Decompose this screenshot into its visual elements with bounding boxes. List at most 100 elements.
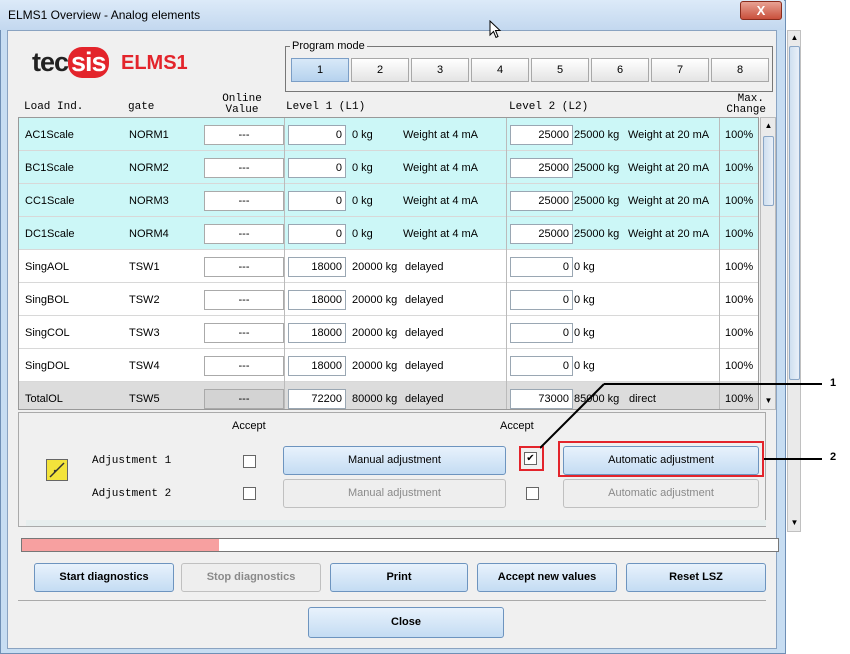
level2-input[interactable]: 25000 bbox=[510, 125, 573, 145]
manual-adjustment-1-button[interactable]: Manual adjustment bbox=[283, 446, 506, 475]
gate-cell: TSW4 bbox=[129, 360, 160, 372]
table-row: DC1Scale NORM4 --- 0 0 kg Weight at 4 mA 25000… bbox=[19, 217, 758, 250]
accept-adj2-l1-checkbox[interactable] bbox=[243, 487, 256, 500]
level1-input[interactable]: 18000 bbox=[288, 323, 346, 343]
window-scrollbar[interactable]: ▲ ▼ bbox=[787, 30, 801, 532]
table-row: SingAOL TSW1 --- 18000 20000 kg delayed 0 0 kg 1… bbox=[19, 250, 758, 283]
program-mode-button-3[interactable]: 3 bbox=[411, 58, 469, 82]
table-row: AC1Scale NORM1 --- 0 0 kg Weight at 4 mA 25000… bbox=[19, 118, 758, 151]
level1-unit: 20000 kg bbox=[352, 294, 398, 306]
level1-input[interactable]: 18000 bbox=[288, 290, 346, 310]
column-divider bbox=[719, 250, 720, 283]
scroll-thumb[interactable] bbox=[763, 136, 774, 206]
accept-adj1-l1-checkbox[interactable] bbox=[243, 455, 256, 468]
callout-1-leader bbox=[540, 383, 822, 449]
level2-input[interactable]: 25000 bbox=[510, 158, 573, 178]
program-mode-button-7[interactable]: 7 bbox=[651, 58, 709, 82]
column-divider bbox=[284, 316, 285, 349]
column-divider bbox=[506, 382, 507, 409]
level1-input[interactable]: 0 bbox=[288, 125, 346, 145]
level2-unit: 25000 kg bbox=[574, 162, 620, 174]
column-divider bbox=[284, 349, 285, 382]
gate-cell: TSW1 bbox=[129, 261, 160, 273]
column-divider bbox=[719, 283, 720, 316]
level2-input[interactable]: 0 bbox=[510, 290, 573, 310]
program-mode-button-1[interactable]: 1 bbox=[291, 58, 349, 82]
scroll-up-icon[interactable]: ▲ bbox=[763, 120, 774, 132]
level2-description: Weight at 20 mA bbox=[628, 129, 710, 141]
level2-input[interactable]: 25000 bbox=[510, 224, 573, 244]
close-button[interactable]: Close bbox=[308, 607, 504, 638]
window-scroll-down-icon[interactable]: ▼ bbox=[789, 517, 800, 529]
mouse-cursor-icon bbox=[489, 20, 502, 39]
level1-input[interactable]: 0 bbox=[288, 158, 346, 178]
program-mode-button-5[interactable]: 5 bbox=[531, 58, 589, 82]
start-diagnostics-button[interactable]: Start diagnostics bbox=[34, 563, 174, 592]
max-change-cell: 100% bbox=[725, 294, 754, 306]
level2-input[interactable]: 0 bbox=[510, 257, 573, 277]
window-scroll-up-icon[interactable]: ▲ bbox=[789, 32, 800, 44]
online-value-field: --- bbox=[204, 323, 284, 343]
max-change-cell: 100% bbox=[725, 129, 754, 141]
callout-1-number: 1 bbox=[830, 377, 837, 389]
automatic-adjustment-2-button[interactable]: Automatic adjustment bbox=[563, 479, 759, 508]
online-value-field: --- bbox=[204, 191, 284, 211]
level1-input[interactable]: 72200 bbox=[288, 389, 346, 409]
load-ind-cell: AC1Scale bbox=[25, 129, 74, 141]
next-row-sliver bbox=[26, 520, 766, 526]
level1-input[interactable]: 0 bbox=[288, 224, 346, 244]
window-scroll-thumb[interactable] bbox=[789, 46, 800, 380]
accept-adj2-l2-checkbox[interactable] bbox=[526, 487, 539, 500]
accept-label-1: Accept bbox=[232, 420, 266, 432]
window-title: ELMS1 Overview - Analog elements bbox=[8, 8, 201, 22]
progress-fill bbox=[22, 539, 219, 551]
level2-description: Weight at 20 mA bbox=[628, 195, 710, 207]
load-ind-cell: SingAOL bbox=[25, 261, 70, 273]
column-divider bbox=[284, 382, 285, 409]
accept-adj1-l2-checkbox[interactable]: ✔ bbox=[524, 452, 537, 465]
column-divider bbox=[506, 118, 507, 151]
level2-input[interactable]: 0 bbox=[510, 323, 573, 343]
level2-input[interactable]: 0 bbox=[510, 356, 573, 376]
automatic-adjustment-1-button[interactable]: Automatic adjustment bbox=[563, 446, 759, 475]
column-divider bbox=[719, 217, 720, 250]
table-scrollbar[interactable]: ▲ ▼ bbox=[760, 117, 776, 410]
print-button[interactable]: Print bbox=[330, 563, 468, 592]
load-ind-cell: SingDOL bbox=[25, 360, 70, 372]
reset-lsz-button[interactable]: Reset LSZ bbox=[626, 563, 766, 592]
level2-description: Weight at 20 mA bbox=[628, 228, 710, 240]
tecsis-logo: tec sis bbox=[32, 47, 109, 78]
table-row: BC1Scale NORM2 --- 0 0 kg Weight at 4 mA 25000… bbox=[19, 151, 758, 184]
max-change-cell: 100% bbox=[725, 228, 754, 240]
level1-description: delayed bbox=[405, 294, 444, 306]
header-online-2: Value bbox=[225, 104, 259, 116]
column-divider bbox=[506, 349, 507, 382]
stop-diagnostics-button[interactable]: Stop diagnostics bbox=[181, 563, 321, 592]
level1-input[interactable]: 0 bbox=[288, 191, 346, 211]
callout-2-line bbox=[764, 458, 822, 460]
program-mode-button-4[interactable]: 4 bbox=[471, 58, 529, 82]
online-value-field: --- bbox=[204, 257, 284, 277]
level2-input[interactable]: 25000 bbox=[510, 191, 573, 211]
window-close-button[interactable]: X bbox=[740, 1, 782, 20]
manual-adjustment-2-button[interactable]: Manual adjustment bbox=[283, 479, 506, 508]
accept-new-values-button[interactable]: Accept new values bbox=[477, 563, 617, 592]
online-value-field: --- bbox=[204, 389, 284, 409]
program-mode-button-2[interactable]: 2 bbox=[351, 58, 409, 82]
adjustment-1-label: Adjustment 1 bbox=[92, 455, 172, 467]
gate-cell: NORM3 bbox=[129, 195, 169, 207]
level1-input[interactable]: 18000 bbox=[288, 356, 346, 376]
header-load-ind: Load Ind. bbox=[24, 101, 84, 113]
level2-unit: 0 kg bbox=[574, 327, 595, 339]
level1-input[interactable]: 18000 bbox=[288, 257, 346, 277]
gate-cell: NORM2 bbox=[129, 162, 169, 174]
load-ind-cell: TotalOL bbox=[25, 393, 63, 405]
column-divider bbox=[719, 349, 720, 382]
program-mode-button-8[interactable]: 8 bbox=[711, 58, 769, 82]
level1-unit: 0 kg bbox=[352, 228, 373, 240]
diagnostics-progress-bar bbox=[21, 538, 779, 552]
program-mode-button-6[interactable]: 6 bbox=[591, 58, 649, 82]
accept-label-2: Accept bbox=[500, 420, 534, 432]
level1-description: delayed bbox=[405, 261, 444, 273]
column-divider bbox=[284, 250, 285, 283]
